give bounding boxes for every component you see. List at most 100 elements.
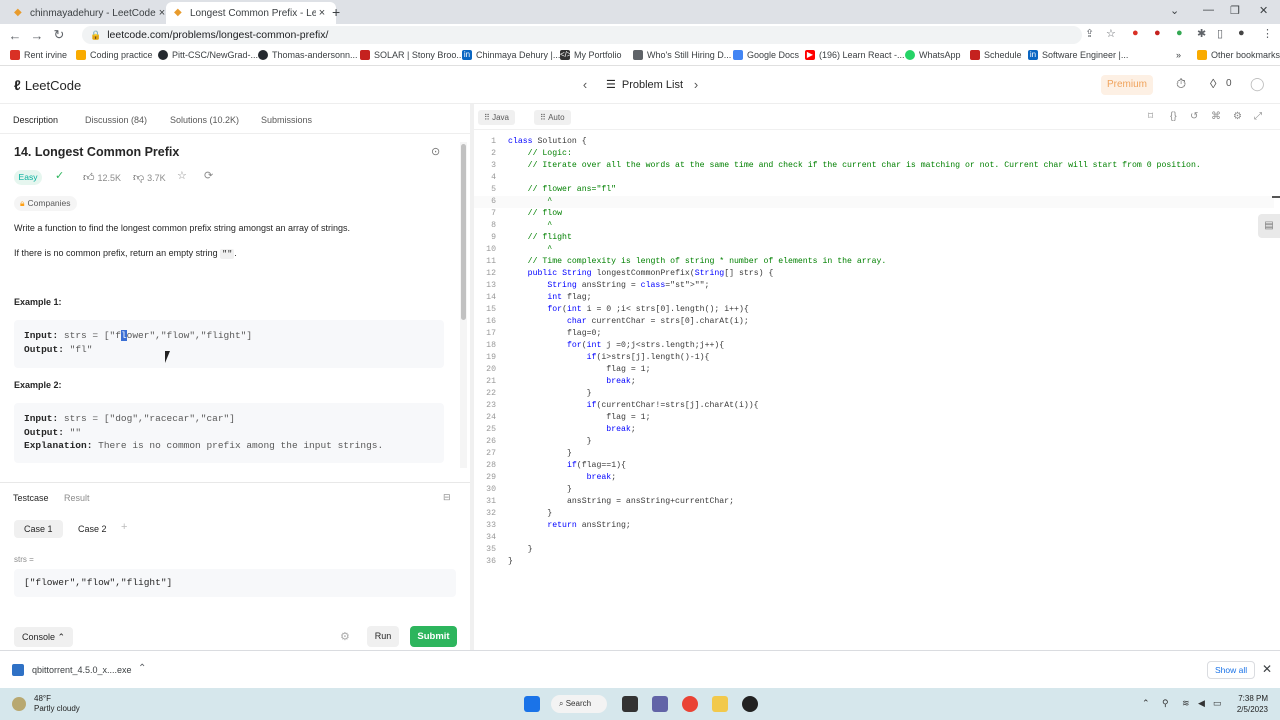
code-line[interactable]: 33 return ansString; — [474, 520, 1274, 532]
sidebar-panel-icon[interactable]: ▯ — [1217, 27, 1223, 40]
code-line[interactable]: 8 ^ — [474, 220, 1274, 232]
problem-list-button[interactable]: ☰ Problem List — [606, 78, 683, 92]
case-2-button[interactable]: Case 2 — [68, 520, 117, 538]
braces-icon[interactable]: {} — [1170, 111, 1177, 122]
mode-select[interactable]: ⠿ Auto — [534, 110, 571, 125]
url-input[interactable]: 🔒 leetcode.com/problems/longest-common-p… — [82, 26, 1082, 44]
github-desktop-icon[interactable] — [742, 696, 758, 712]
extension-opera-icon[interactable]: ● — [1154, 27, 1161, 39]
code-line[interactable]: 22 } — [474, 388, 1274, 400]
run-button[interactable]: Run — [367, 626, 399, 647]
code-line[interactable]: 24 flag = 1; — [474, 412, 1274, 424]
bookmark-item[interactable]: Google Docs — [733, 50, 799, 60]
debug-icon[interactable]: ⚙ — [340, 630, 350, 643]
code-line[interactable]: 28 if(flag==1){ — [474, 460, 1274, 472]
code-line[interactable]: 32 } — [474, 508, 1274, 520]
bookmarks-overflow-icon[interactable]: » — [1176, 50, 1181, 60]
bookmark-icon[interactable]: ⌑ — [1148, 111, 1153, 122]
star-icon[interactable]: ☆ — [177, 169, 187, 182]
new-tab-icon[interactable]: + — [332, 4, 340, 20]
bookmark-item[interactable]: SOLAR | Stony Broo... — [360, 50, 464, 60]
code-line[interactable]: 7 // flow — [474, 208, 1274, 220]
code-line[interactable]: 9 // flight — [474, 232, 1274, 244]
gear-icon[interactable]: ⚙ — [1233, 111, 1242, 122]
bookmark-item[interactable]: Coding practice — [76, 50, 153, 60]
minimize-icon[interactable]: — — [1203, 4, 1214, 16]
code-line[interactable]: 18 for(int j =0;j<strs.length;j++){ — [474, 340, 1274, 352]
code-line[interactable]: 19 if(i>strs[j].length()-1){ — [474, 352, 1274, 364]
bookmark-item[interactable]: Thomas-andersonn... — [258, 50, 358, 60]
companies-tag[interactable]: 🔒︎ Companies — [14, 196, 77, 211]
fullscreen-icon[interactable]: ⤢ — [1254, 111, 1262, 122]
scrollbar-thumb[interactable] — [461, 144, 466, 320]
testcase-input[interactable]: ["flower","flow","flight"] — [14, 569, 456, 597]
close-icon[interactable]: × — [316, 7, 328, 19]
code-line[interactable]: 6 ^ — [474, 196, 1274, 208]
code-line[interactable]: 25 break; — [474, 424, 1274, 436]
code-line[interactable]: 21 break; — [474, 376, 1274, 388]
code-line[interactable]: 27 } — [474, 448, 1274, 460]
extension-shield-icon[interactable]: ● — [1176, 27, 1183, 39]
restore-icon[interactable]: ❐ — [1230, 4, 1240, 17]
code-line[interactable]: 35 } — [474, 544, 1274, 556]
case-1-button[interactable]: Case 1 — [14, 520, 63, 538]
bookmark-item[interactable]: Other bookmarks — [1197, 50, 1280, 60]
chevron-up-icon[interactable]: ⌃ — [138, 663, 146, 674]
tab-solutions[interactable]: Solutions (10.2K) — [170, 115, 239, 125]
bookmark-item[interactable]: in Chinmaya Dehury |... — [462, 50, 560, 60]
weather-widget[interactable]: 48°F Partly cloudy — [12, 694, 80, 714]
bookmark-item[interactable]: in Software Engineer |... — [1028, 50, 1128, 60]
windows-start-icon[interactable] — [524, 696, 540, 712]
code-line[interactable]: 10 ^ — [474, 244, 1274, 256]
more-options-icon[interactable]: ⊙ — [431, 145, 440, 158]
bookmark-item[interactable]: Who's Still Hiring D... — [633, 50, 731, 60]
back-arrow-icon[interactable]: ← — [4, 28, 26, 43]
download-item[interactable]: qbittorrent_4.5.0_x....exe — [12, 664, 132, 676]
wifi-icon[interactable]: ≋ — [1182, 698, 1190, 709]
code-line[interactable]: 34 — [474, 532, 1274, 544]
code-line[interactable]: 29 break; — [474, 472, 1274, 484]
document-icon[interactable]: ▤ — [1258, 214, 1280, 238]
code-area[interactable]: 1 class Solution {2 // Logic: 3 // Iterate… — [474, 136, 1274, 576]
code-line[interactable]: 2 // Logic: — [474, 148, 1274, 160]
bookmark-item[interactable]: Rent irvine — [10, 50, 67, 60]
location-icon[interactable]: ⚲ — [1162, 698, 1169, 709]
leetcode-logo[interactable]: ℓ LeetCode — [14, 77, 81, 93]
dislike-button[interactable]: 👎︎ 3.7K — [133, 171, 166, 184]
star-icon[interactable]: ☆ — [1106, 27, 1116, 40]
code-line[interactable]: 16 char currentChar = strs[0].charAt(i); — [474, 316, 1274, 328]
tab-testcase[interactable]: Testcase — [13, 493, 49, 503]
tab-submissions[interactable]: Submissions — [261, 115, 312, 125]
code-line[interactable]: 12 public String longestCommonPrefix(Str… — [474, 268, 1274, 280]
battery-icon[interactable]: ▭ — [1213, 698, 1222, 709]
language-select[interactable]: ⠿ Java — [478, 110, 515, 125]
code-line[interactable]: 1 class Solution { — [474, 136, 1274, 148]
tab-discussion[interactable]: Discussion (84) — [85, 115, 147, 125]
bookmark-item[interactable]: Schedule — [970, 50, 1022, 60]
like-button[interactable]: 👍︎ 12.5K — [83, 171, 121, 184]
code-line[interactable]: 4 — [474, 172, 1274, 184]
file-explorer-icon[interactable] — [712, 696, 728, 712]
add-case-icon[interactable]: + — [121, 521, 127, 533]
tab-result[interactable]: Result — [64, 493, 90, 503]
code-line[interactable]: 3 // Iterate over all the words at the s… — [474, 160, 1274, 172]
code-line[interactable]: 13 String ansString = class="st">""; — [474, 280, 1274, 292]
volume-icon[interactable]: ◀ — [1198, 698, 1205, 709]
window-close-icon[interactable]: ✕ — [1259, 4, 1268, 17]
share-icon[interactable]: ⟳ — [204, 169, 213, 182]
code-line[interactable]: 20 flag = 1; — [474, 364, 1274, 376]
browser-tab-profile[interactable]: ◆ chinmayadehury - LeetCode Pro × — [6, 2, 176, 24]
timer-icon[interactable]: ⏱ — [1176, 76, 1186, 92]
avatar[interactable]: ● — [1238, 27, 1245, 39]
code-line[interactable]: 14 int flag; — [474, 292, 1274, 304]
show-all-button[interactable]: Show all — [1207, 661, 1256, 679]
code-line[interactable]: 36} — [474, 556, 1274, 568]
prev-problem-icon[interactable]: ‹ — [575, 75, 595, 95]
chevron-up-icon[interactable]: ⌃ — [1142, 698, 1150, 709]
reload-icon[interactable]: ↻ — [48, 27, 70, 43]
forward-arrow-icon[interactable]: → — [26, 28, 48, 43]
fire-icon[interactable]: ◊ — [1210, 76, 1216, 91]
next-problem-icon[interactable]: › — [686, 75, 706, 95]
reset-icon[interactable]: ↺ — [1190, 111, 1198, 122]
code-line[interactable]: 11 // Time complexity is length of strin… — [474, 256, 1274, 268]
